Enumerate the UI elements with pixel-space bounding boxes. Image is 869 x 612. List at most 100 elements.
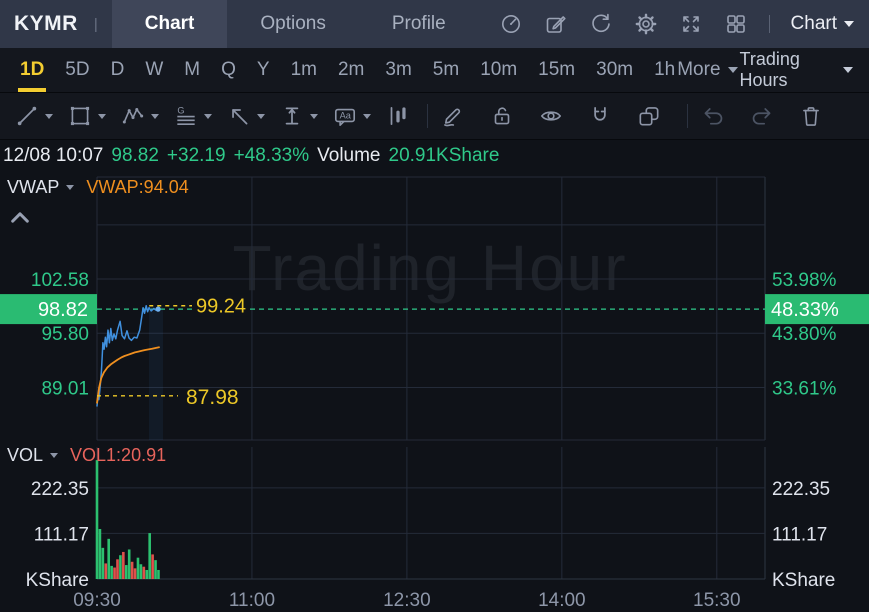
timeframe-15m[interactable]: 15m	[530, 48, 583, 92]
toolbar-divider	[687, 104, 688, 128]
annotate-icon	[546, 16, 566, 33]
chevron-down-icon	[257, 113, 265, 119]
text-note-tool-button[interactable]: Aa	[332, 103, 371, 129]
delete-button[interactable]	[798, 103, 824, 129]
timeframe-y[interactable]: Y	[249, 48, 278, 92]
tab-profile[interactable]: Profile	[359, 0, 479, 48]
session-hours-selector[interactable]: Trading Hours	[740, 49, 859, 91]
refresh-icon	[591, 13, 610, 33]
drawing-toolbar: G Aa	[0, 93, 869, 140]
fullscreen-icon	[682, 16, 699, 32]
volume-profile-tool-button[interactable]	[385, 103, 411, 129]
percent-tick-label: 53.98%	[772, 270, 837, 291]
chevron-down-icon	[204, 113, 212, 119]
volume-unit-label: KShare	[772, 570, 835, 591]
chevron-down-icon	[50, 453, 59, 458]
price-range-tool-button[interactable]	[279, 103, 318, 129]
price-tick-label: 89.01	[41, 379, 89, 400]
current-price-badge-label: 98.82	[38, 299, 88, 321]
last-price-dot	[155, 306, 161, 312]
vol-indicator-row: VOL VOL1:20.91	[7, 445, 166, 466]
top-navbar: KYMR | Chart Options Profile Chart	[0, 0, 869, 48]
chevron-down-icon	[844, 21, 854, 27]
refresh-button[interactable]	[589, 12, 613, 36]
visibility-toggle-button[interactable]	[538, 103, 564, 129]
eye-icon	[540, 111, 562, 121]
toolbar-divider	[427, 104, 428, 128]
tab-chart[interactable]: Chart	[111, 0, 228, 48]
timeframe-5m[interactable]: 5m	[425, 48, 467, 92]
lock-toggle-button[interactable]	[489, 103, 515, 129]
chart-canvas[interactable]: Trading Hour99.24 87.98 102.58 95.80 89.01 53…	[0, 140, 869, 612]
gauge-button[interactable]	[499, 12, 523, 36]
vol-indicator-value: VOL1:20.91	[70, 445, 167, 465]
timeframe-w[interactable]: W	[137, 48, 171, 92]
chevron-down-icon	[151, 113, 159, 119]
gann-tool-button[interactable]: G	[173, 103, 212, 129]
time-tick-label: 14:00	[538, 590, 586, 611]
timeframe-m[interactable]: M	[176, 48, 208, 92]
svg-text:G: G	[177, 105, 184, 115]
gear-icon	[635, 13, 656, 35]
chevron-down-icon	[98, 113, 106, 119]
timeframe-3m[interactable]: 3m	[377, 48, 419, 92]
nav-tabs: Chart Options Profile	[111, 0, 479, 48]
svg-text:Aa: Aa	[340, 110, 352, 120]
wave-tool-button[interactable]	[120, 103, 159, 129]
watermark: Trading Hour	[232, 232, 627, 304]
vwap-indicator-value: VWAP:94.04	[86, 177, 189, 197]
layout-grid-button[interactable]	[724, 12, 748, 36]
timeframe-1m[interactable]: 1m	[283, 48, 325, 92]
chevron-down-icon	[66, 185, 75, 190]
price-tick-label: 95.80	[41, 324, 89, 345]
timeframe-2m[interactable]: 2m	[330, 48, 372, 92]
time-tick-label: 12:30	[383, 590, 431, 611]
time-tick-label: 09:30	[73, 590, 121, 611]
redo-icon	[752, 108, 771, 125]
volume-tick-label: 111.17	[34, 524, 89, 545]
chart-style-selector[interactable]: Chart	[791, 13, 854, 35]
timeframe-d[interactable]: D	[103, 48, 133, 92]
quote-price: 98.82	[111, 145, 159, 166]
vwap-indicator-label: VWAP	[7, 177, 60, 197]
timeframe-10m[interactable]: 10m	[472, 48, 525, 92]
nav-actions: Chart	[499, 12, 869, 36]
duplicate-button[interactable]	[636, 103, 662, 129]
arrow-tool-button[interactable]	[226, 103, 265, 129]
chevron-down-icon	[843, 67, 853, 73]
more-timeframes-button[interactable]: More	[675, 53, 740, 87]
timeframe-q[interactable]: Q	[213, 48, 244, 92]
magnet-toggle-button[interactable]	[587, 103, 613, 129]
annotate-button[interactable]	[544, 12, 568, 36]
session-hours-label: Trading Hours	[739, 49, 800, 90]
timeframe-30m[interactable]: 30m	[588, 48, 641, 92]
duplicate-icon	[639, 107, 659, 126]
vol-indicator-label: VOL	[7, 445, 44, 465]
fullscreen-button[interactable]	[679, 12, 703, 36]
tab-options[interactable]: Options	[227, 0, 358, 48]
vol-indicator-selector[interactable]: VOL	[7, 445, 59, 466]
redo-button[interactable]	[749, 103, 775, 129]
settings-button[interactable]	[634, 12, 658, 36]
brush-tool-button[interactable]	[440, 103, 466, 129]
collapse-panel-button[interactable]	[9, 210, 31, 225]
arrow-icon	[232, 109, 248, 125]
quote-datetime: 12/08 10:07	[3, 145, 104, 166]
volume-bars	[95, 460, 160, 579]
quote-change: +32.19	[166, 145, 226, 166]
timeframe-1d[interactable]: 1D	[12, 48, 52, 92]
current-percent-badge-label: 48.33%	[771, 299, 839, 321]
text-note-icon: Aa	[334, 108, 356, 127]
volume-unit-label: KShare	[26, 570, 89, 591]
chevron-down-icon	[363, 113, 371, 119]
trendline-tool-button[interactable]	[14, 103, 53, 129]
timeframe-5d[interactable]: 5D	[57, 48, 97, 92]
more-label: More	[677, 59, 721, 80]
shape-tool-button[interactable]	[67, 103, 106, 129]
undo-icon	[704, 108, 723, 125]
volume-value: 20.91KShare	[388, 145, 500, 166]
undo-button[interactable]	[700, 103, 726, 129]
timeframe-items: 1D 5D D W M Q Y 1m 2m 3m 5m 10m 15m 30m 1h	[12, 48, 688, 92]
chevron-down-icon	[45, 113, 53, 119]
vwap-indicator-selector[interactable]: VWAP	[7, 177, 75, 198]
